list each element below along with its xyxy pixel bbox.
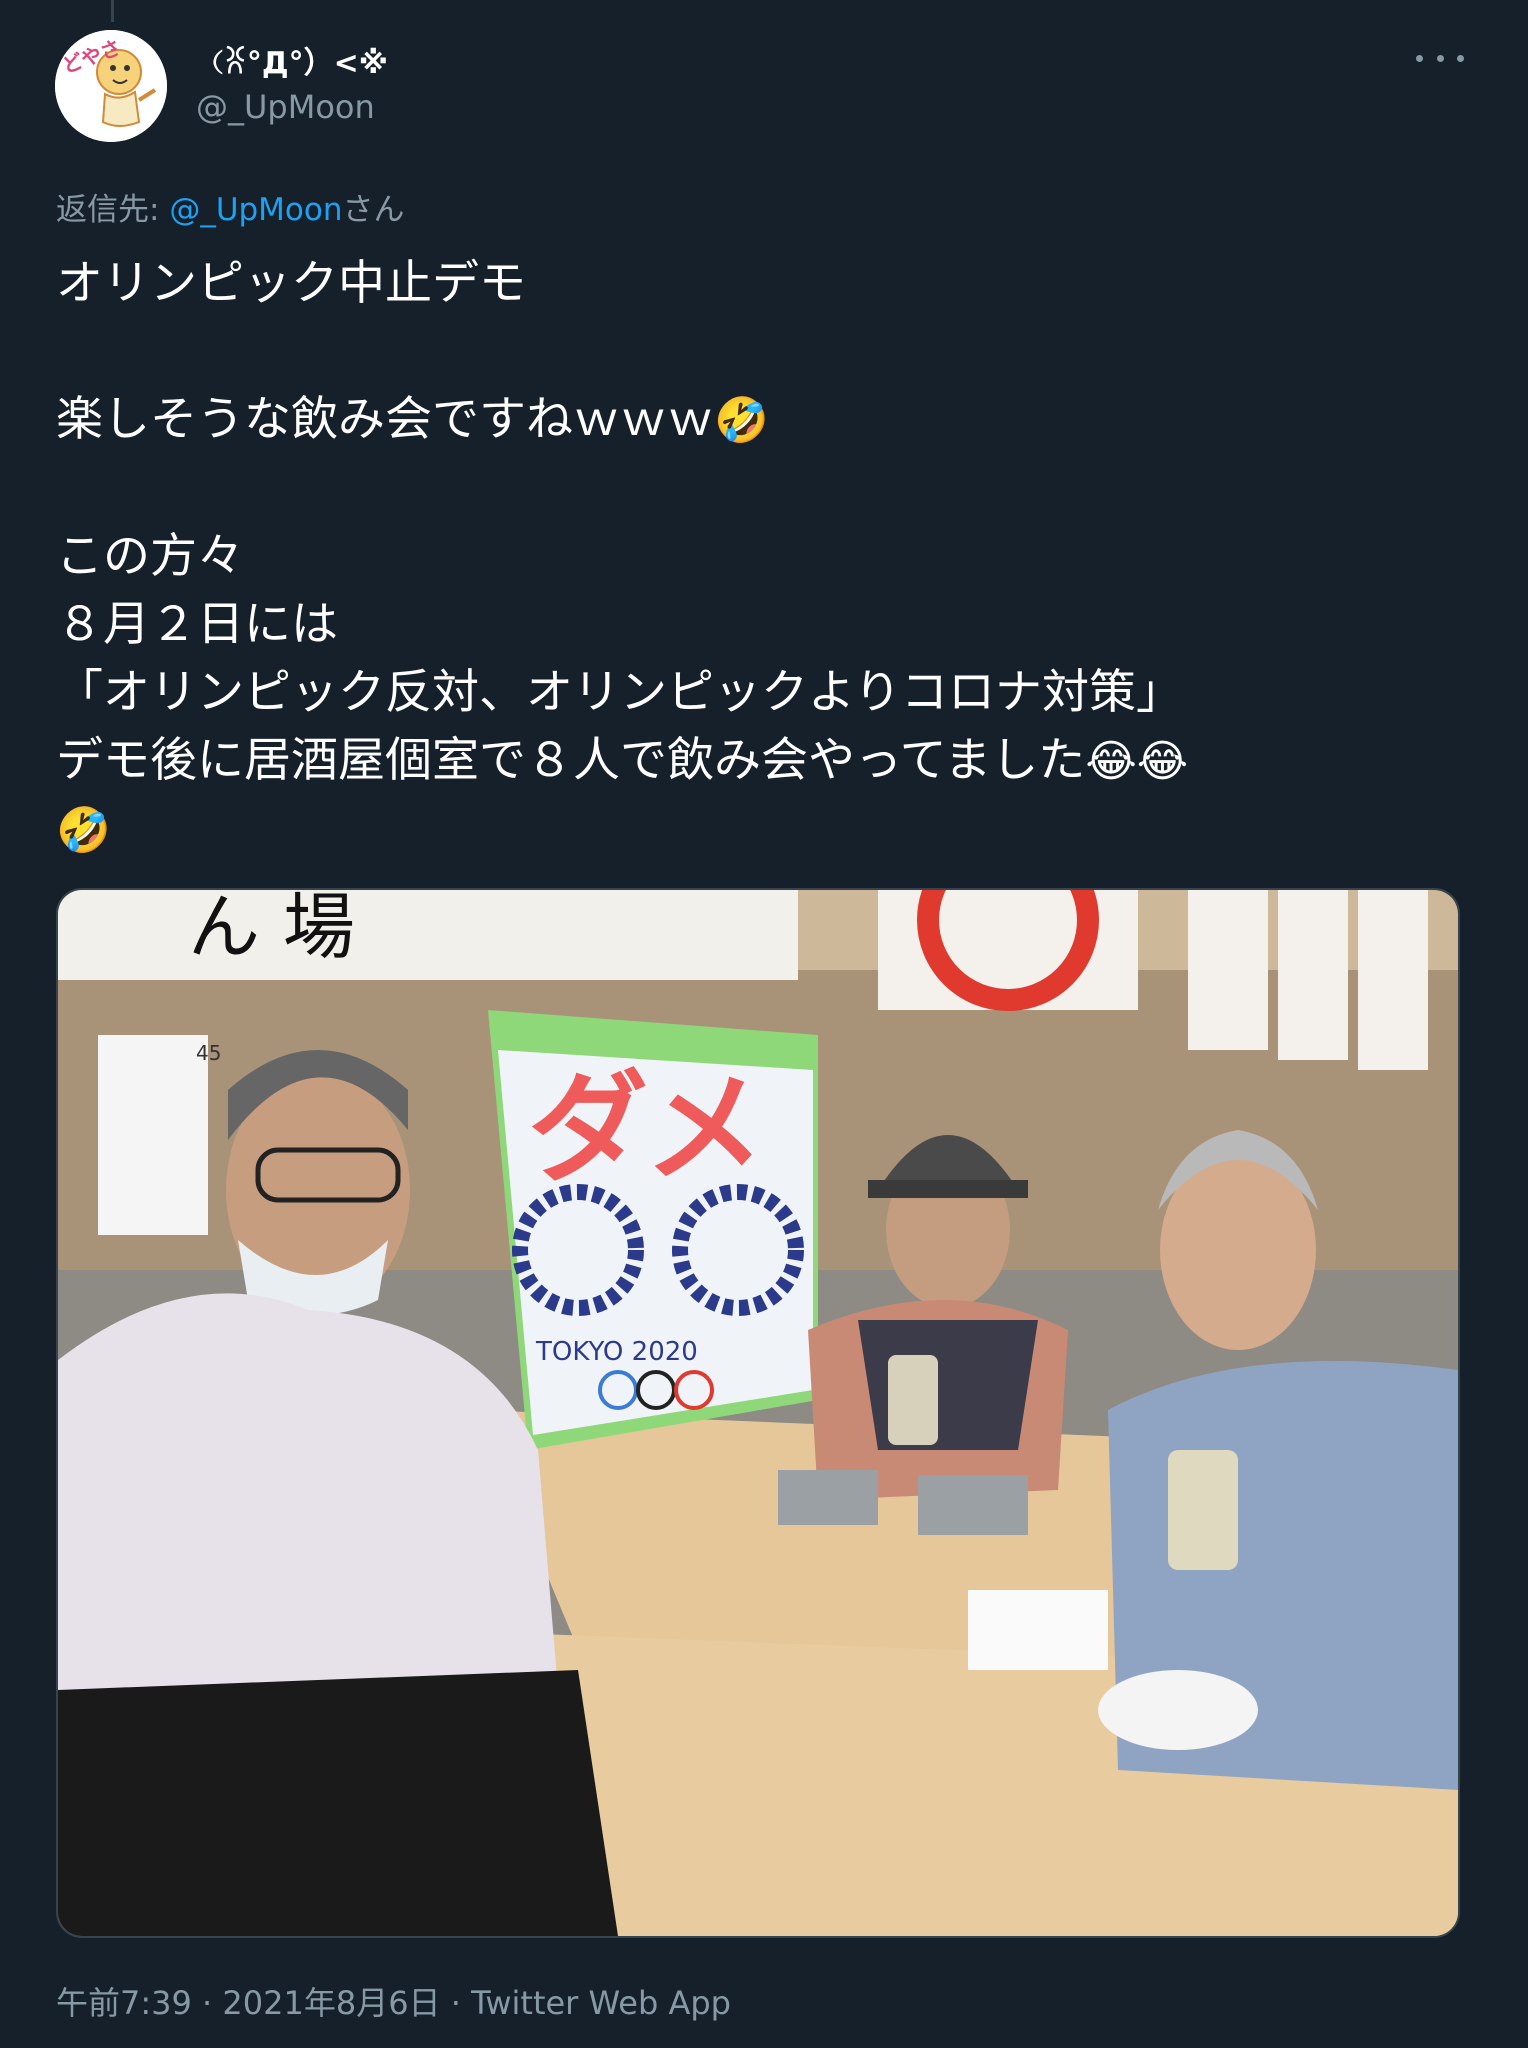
tweet-line: 「オリンピック反対、オリンピックよりコロナ対策」 [56,665,1184,720]
thread-line [111,0,114,22]
more-options-button[interactable] [1416,44,1464,72]
tweet-line-text: デモ後に居酒屋個室で８人で飲み会やってました [56,733,1086,788]
tweet-date[interactable]: 2021年8月6日 [222,1984,440,2022]
tweet-source-app[interactable]: Twitter Web App [471,1984,731,2022]
avatar-illustration: どやさ [55,30,167,142]
table-number: 45 [196,1041,221,1065]
reply-mention-link[interactable]: @_UpMoon [169,192,342,228]
sign-tokyo-text: TOKYO 2020 [535,1337,698,1367]
joy-emoji-icon: 😂 [1136,736,1189,787]
tweet-blank-line [56,318,1476,386]
reply-prefix: 返信先: [56,192,170,228]
sign-text: ダメ [528,1060,764,1199]
user-handle[interactable]: @_UpMoon [196,88,375,126]
reply-suffix: さん [342,192,405,228]
tweet-blank-line [56,455,1476,523]
user-avatar[interactable]: どやさ [55,30,167,142]
tweet-time[interactable]: 午前7:39 [56,1984,192,2022]
tweet-line: オリンピック中止デモ [56,256,526,311]
rofl-emoji-icon: 🤣 [56,805,111,856]
tweet-line: 🤣 [56,796,1476,865]
tweet-meta: 午前7:39 · 2021年8月6日 · Twitter Web App [56,1978,731,2024]
banner-text: ん 場 [188,890,355,969]
display-name[interactable]: （ꐦ°Д°）<※ [200,38,388,82]
tweet-line: ８月２日には [56,597,338,652]
tweet-text: オリンピック中止デモ 楽しそうな飲み会ですねｗｗｗ🤣 この方々 ８月２日には 「… [56,250,1476,865]
joy-emoji-icon: 😂 [1085,736,1137,787]
more-dot-icon [1436,54,1444,62]
rofl-emoji-icon: 🤣 [714,395,769,446]
more-dot-icon [1457,54,1464,62]
meta-separator: · [440,1984,472,2022]
restaurant-photo-illustration: ん 場 45 ダメ TOKYO 2020 [58,890,1458,1936]
more-dot-icon [1416,54,1423,62]
tweet-line-text: 楽しそうな飲み会ですねｗｗｗ [56,392,714,447]
tweet-line: 楽しそうな飲み会ですねｗｗｗ🤣 [56,386,1476,455]
meta-separator: · [191,1984,223,2022]
tweet-photo[interactable]: ん 場 45 ダメ TOKYO 2020 [56,888,1460,1938]
replying-to: 返信先: @_UpMoonさん [56,184,405,229]
tweet-line: デモ後に居酒屋個室で８人で飲み会やってました😂😂 [56,727,1476,796]
tweet-line: この方々 [56,529,244,584]
